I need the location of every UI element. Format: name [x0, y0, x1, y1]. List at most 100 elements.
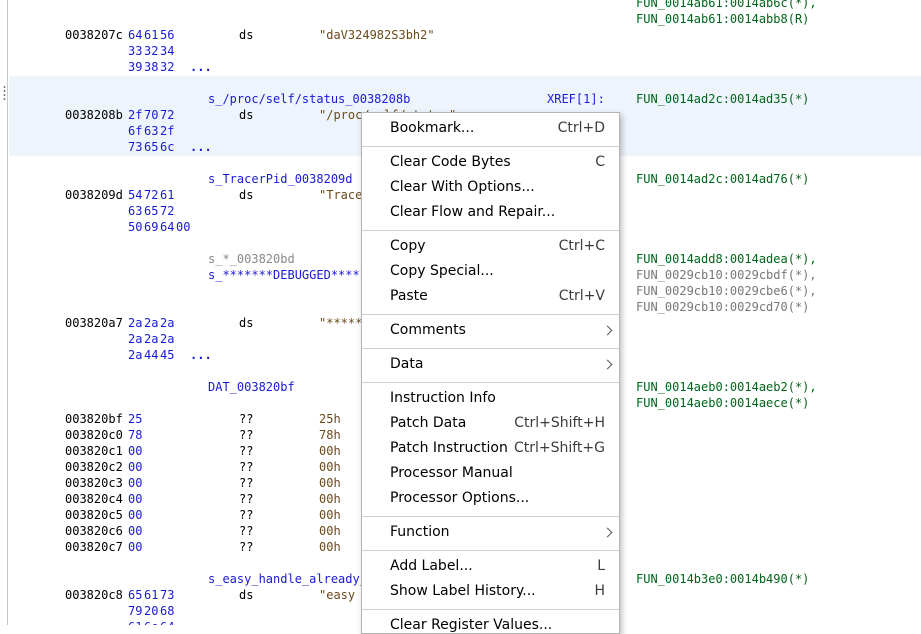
label[interactable]: s_TracerPid_0038209d	[208, 171, 353, 187]
address[interactable]: 003820c6	[65, 523, 123, 539]
secondary-label[interactable]: s_*_003820bd	[208, 251, 295, 267]
listing-row[interactable]: FUN_0014ab61:0014ab6c(*),	[0, 0, 921, 11]
address[interactable]: 0038209d	[65, 187, 123, 203]
menu-item-bookmark[interactable]: Bookmark... Ctrl+D	[362, 117, 619, 142]
mnemonic[interactable]: ??	[239, 459, 253, 475]
more-bytes-indicator[interactable]: ...	[190, 347, 212, 363]
menu-item-clear-register-values[interactable]: Clear Register Values...	[362, 614, 619, 633]
menu-item-function[interactable]: Function	[362, 521, 619, 546]
mnemonic[interactable]: ds	[239, 587, 253, 603]
operand[interactable]: 00h	[319, 523, 341, 539]
operand[interactable]: 00h	[319, 491, 341, 507]
address[interactable]: 003820c2	[65, 459, 123, 475]
xref-link[interactable]: FUN_0014ab61:0014ab6c(*),	[636, 0, 817, 11]
xref-link[interactable]: FUN_0014ad2c:0014ad76(*)	[636, 171, 809, 187]
xref-link[interactable]: FUN_0029cb10:0029cd70(*)	[636, 299, 809, 315]
menu-item-clear-with-options[interactable]: Clear With Options...	[362, 176, 619, 201]
mnemonic[interactable]: ??	[239, 491, 253, 507]
mnemonic[interactable]: ds	[239, 315, 253, 331]
listing-row[interactable]	[0, 75, 921, 91]
address[interactable]: 003820c3	[65, 475, 123, 491]
address[interactable]: 003820c1	[65, 443, 123, 459]
address[interactable]: 0038207c	[65, 27, 123, 43]
xref-link[interactable]: FUN_0014ad2c:0014ad35(*)	[636, 91, 809, 107]
operand[interactable]: 00h	[319, 459, 341, 475]
address[interactable]: 0038208b	[65, 107, 123, 123]
menu-item-add-label[interactable]: Add Label... L	[362, 555, 619, 580]
menu-item-patch-data[interactable]: Patch Data Ctrl+Shift+H	[362, 412, 619, 437]
xref-link[interactable]: FUN_0029cb10:0029cbe6(*),	[636, 283, 817, 299]
xref-link[interactable]: FUN_0014aeb0:0014aece(*)	[636, 395, 809, 411]
address[interactable]: 003820c0	[65, 427, 123, 443]
menu-item-label: Paste	[390, 288, 428, 304]
menu-item-label: Clear With Options...	[390, 179, 535, 195]
menu-item-copy[interactable]: Copy Ctrl+C	[362, 235, 619, 260]
address[interactable]: 003820c7	[65, 539, 123, 555]
menu-item-patch-instruction[interactable]: Patch Instruction Ctrl+Shift+G	[362, 437, 619, 462]
mnemonic[interactable]: ds	[239, 187, 253, 203]
byte-value: 61	[144, 588, 159, 602]
mnemonic[interactable]: ds	[239, 27, 253, 43]
mnemonic[interactable]: ??	[239, 411, 253, 427]
menu-item-label: Data	[390, 356, 424, 372]
mnemonic[interactable]: ??	[239, 475, 253, 491]
menu-item-copy-special[interactable]: Copy Special...	[362, 260, 619, 285]
menu-item-paste[interactable]: Paste Ctrl+V	[362, 285, 619, 310]
chevron-right-icon	[602, 527, 613, 538]
menu-item-clear-flow-and-repair[interactable]: Clear Flow and Repair...	[362, 201, 619, 226]
mnemonic[interactable]: ??	[239, 539, 253, 555]
listing-row[interactable]: s_/proc/self/status_0038208b XREF[1]: FUN_…	[0, 91, 921, 107]
more-bytes-indicator[interactable]: ...	[190, 139, 212, 155]
label[interactable]: s_/proc/self/status_0038208b	[208, 91, 410, 107]
listing-row[interactable]: FUN_0014ab61:0014abb8(R)	[0, 11, 921, 27]
address[interactable]: 003820c8	[65, 587, 123, 603]
menu-item-processor-options[interactable]: Processor Options...	[362, 487, 619, 512]
menu-item-processor-manual[interactable]: Processor Manual	[362, 462, 619, 487]
menu-item-label: Processor Manual	[390, 465, 513, 481]
chevron-right-icon	[602, 325, 613, 336]
xref-link[interactable]: FUN_0014ab61:0014abb8(R)	[636, 11, 809, 27]
more-bytes-indicator[interactable]: ...	[190, 59, 212, 75]
byte-value: 6e	[144, 619, 158, 625]
xref-link[interactable]: FUN_0029cb10:0029cbdf(*),	[636, 267, 817, 283]
mnemonic[interactable]: ??	[239, 443, 253, 459]
operand[interactable]: 00h	[319, 475, 341, 491]
listing-row[interactable]: 33 32 34	[0, 43, 921, 59]
label[interactable]: DAT_003820bf	[208, 379, 295, 395]
address[interactable]: 003820c5	[65, 507, 123, 523]
byte-value: 38	[144, 60, 159, 74]
listing-row[interactable]: 39 38 32...	[0, 59, 921, 75]
byte-value: 00	[128, 476, 143, 490]
operand[interactable]: 00h	[319, 539, 341, 555]
xref-link[interactable]: FUN_0014b3e0:0014b490(*)	[636, 571, 809, 587]
mnemonic[interactable]: ??	[239, 507, 253, 523]
byte-value: 69	[144, 220, 159, 234]
menu-item-shortcut: Ctrl+Shift+H	[514, 415, 605, 431]
menu-item-comments[interactable]: Comments	[362, 319, 619, 344]
operand[interactable]: "daV324982S3bh2"	[319, 27, 435, 43]
byte-value: 00	[128, 492, 143, 506]
address[interactable]: 003820c4	[65, 491, 123, 507]
mnemonic[interactable]: ds	[239, 107, 253, 123]
operand[interactable]: 00h	[319, 443, 341, 459]
context-menu: Bookmark... Ctrl+D Clear Code Bytes C Clear …	[361, 112, 620, 634]
menu-item-clear-code-bytes[interactable]: Clear Code Bytes C	[362, 151, 619, 176]
menu-item-data[interactable]: Data	[362, 353, 619, 378]
xref-link[interactable]: FUN_0014add8:0014adea(*),	[636, 251, 817, 267]
address[interactable]: 003820bf	[65, 411, 123, 427]
operand[interactable]: 78h	[319, 427, 341, 443]
menu-item-show-label-history[interactable]: Show Label History... H	[362, 580, 619, 605]
operand[interactable]: 25h	[319, 411, 341, 427]
xref-link[interactable]: FUN_0014aeb0:0014aeb2(*),	[636, 379, 817, 395]
byte-value: 2a	[128, 332, 143, 346]
byte-value: 32	[144, 44, 159, 58]
listing-row[interactable]: 0038207c 64 61 56 ds "daV324982S3bh2"	[0, 27, 921, 43]
menu-item-instruction-info[interactable]: Instruction Info	[362, 387, 619, 412]
byte-value: 00	[128, 508, 143, 522]
operand[interactable]: 00h	[319, 507, 341, 523]
menu-item-label: Bookmark...	[390, 120, 475, 136]
mnemonic[interactable]: ??	[239, 427, 253, 443]
address[interactable]: 003820a7	[65, 315, 123, 331]
mnemonic[interactable]: ??	[239, 523, 253, 539]
menu-item-label: Patch Data	[390, 415, 467, 431]
